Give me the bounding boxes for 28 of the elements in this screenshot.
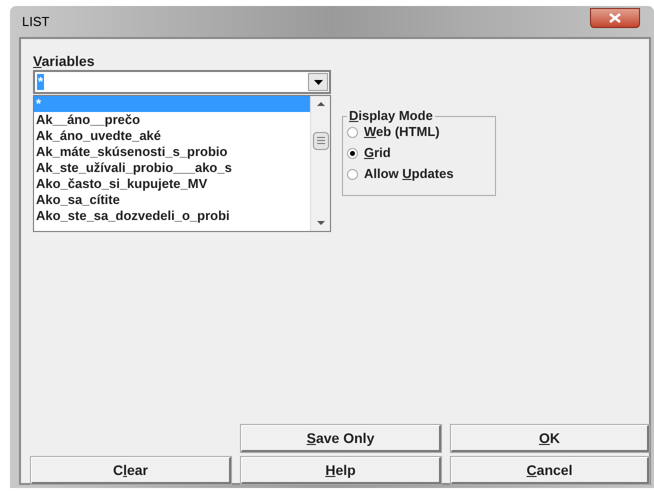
dialog-button[interactable]: Save Only: [241, 425, 441, 452]
radio-label: Grid: [364, 144, 391, 162]
list-item[interactable]: Ak_ste_užívali_probio___ako_s: [34, 160, 310, 176]
list-item[interactable]: Ako_sa_cítite: [34, 192, 310, 208]
list-item[interactable]: Ak_áno_uvedte_aké: [34, 128, 310, 144]
close-button[interactable]: [590, 8, 640, 28]
scrollbar[interactable]: [310, 96, 330, 231]
dialog-button[interactable]: Help: [241, 457, 441, 484]
dialog-button[interactable]: OK: [451, 425, 649, 452]
radio-label: Allow Updates: [364, 165, 454, 184]
radio-button[interactable]: [347, 126, 358, 138]
close-icon: [609, 12, 621, 22]
dialog-button[interactable]: Cancel: [451, 457, 649, 484]
dialog-button[interactable]: Clear: [31, 457, 231, 484]
list-item[interactable]: Ak__áno__prečo: [34, 112, 310, 128]
combo-value: *: [37, 74, 44, 90]
dropdown-button[interactable]: [308, 73, 328, 91]
window-title: LIST: [22, 12, 50, 31]
radio-button[interactable]: [347, 148, 358, 158]
scrollbar-thumb[interactable]: [312, 132, 328, 150]
group-title: Display Mode: [348, 109, 434, 123]
radio-button[interactable]: [347, 168, 358, 180]
list-item[interactable]: Ak_máte_skúsenosti_s_probio: [34, 144, 310, 160]
variables-label: Variables: [33, 53, 96, 69]
list-item[interactable]: Ako_často_si_kupujete_MV: [34, 176, 310, 192]
caret-icon: [314, 80, 322, 84]
list-item[interactable]: Ako_ste_sa_dozvedeli_o_probi: [34, 208, 310, 224]
radio-label: Web (HTML): [364, 123, 440, 142]
